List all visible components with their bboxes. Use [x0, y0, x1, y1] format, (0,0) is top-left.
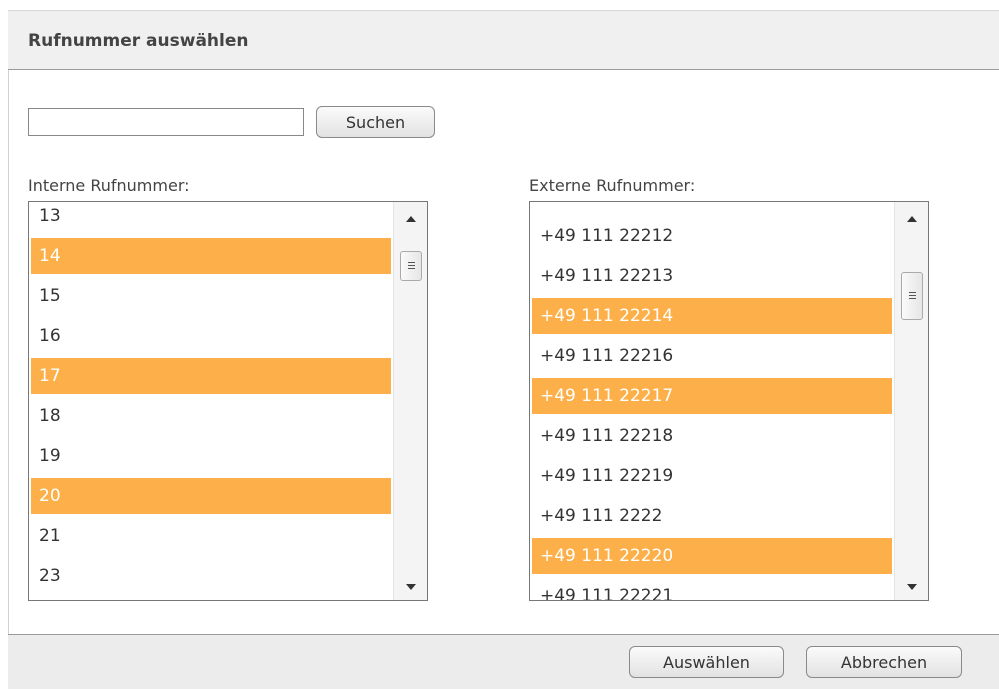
select-number-dialog: Rufnummer auswählen Suchen Interne Rufnu… — [0, 0, 999, 689]
list-item[interactable]: 16 — [31, 318, 391, 354]
list-item[interactable]: +49 111 22217 — [532, 378, 892, 414]
list-item[interactable]: +49 111 22221 — [532, 578, 892, 600]
internal-number-items: 13 14 15 16 17 18 19 20 21 23 — [31, 202, 391, 598]
scroll-thumb[interactable] — [901, 272, 923, 320]
internal-list-scrollbar[interactable] — [393, 202, 427, 600]
external-list-scrollbar[interactable] — [894, 202, 928, 600]
list-item[interactable]: +49 111 2222 — [532, 498, 892, 534]
cancel-button[interactable]: Abbrechen — [806, 646, 962, 678]
external-number-list[interactable]: +49 111 22211 +49 111 22212 +49 111 22213 +… — [529, 201, 929, 601]
list-item[interactable]: 19 — [31, 438, 391, 474]
list-item[interactable]: 23 — [31, 558, 391, 594]
list-item[interactable]: +49 111 22218 — [532, 418, 892, 454]
list-item[interactable]: +49 111 22211 — [532, 202, 892, 214]
scroll-down-arrow-icon[interactable] — [907, 584, 917, 590]
scroll-thumb[interactable] — [400, 251, 422, 281]
list-item[interactable]: 17 — [31, 358, 391, 394]
scroll-down-arrow-icon[interactable] — [406, 584, 416, 590]
scroll-up-arrow-icon[interactable] — [406, 216, 416, 222]
list-item[interactable]: +49 111 22214 — [532, 298, 892, 334]
list-item[interactable]: +49 111 22220 — [532, 538, 892, 574]
list-item[interactable]: +49 111 22212 — [532, 218, 892, 254]
external-number-items: +49 111 22211 +49 111 22212 +49 111 22213 +… — [532, 202, 892, 600]
search-button[interactable]: Suchen — [316, 106, 435, 138]
dialog-header: Rufnummer auswählen — [8, 10, 999, 70]
select-button[interactable]: Auswählen — [629, 646, 784, 678]
list-item[interactable]: 14 — [31, 238, 391, 274]
dialog-border — [8, 10, 9, 689]
list-item[interactable]: 18 — [31, 398, 391, 434]
external-number-label: Externe Rufnummer: — [529, 176, 696, 195]
scroll-up-arrow-icon[interactable] — [907, 216, 917, 222]
internal-number-label: Interne Rufnummer: — [28, 176, 190, 195]
list-item[interactable]: 15 — [31, 278, 391, 314]
list-item[interactable]: +49 111 22213 — [532, 258, 892, 294]
internal-number-list[interactable]: 13 14 15 16 17 18 19 20 21 23 — [28, 201, 428, 601]
dialog-title: Rufnummer auswählen — [28, 31, 249, 51]
list-item[interactable]: +49 111 22219 — [532, 458, 892, 494]
list-item[interactable]: +49 111 22216 — [532, 338, 892, 374]
list-item[interactable]: 21 — [31, 518, 391, 554]
list-item[interactable]: 20 — [31, 478, 391, 514]
search-input[interactable] — [28, 108, 304, 136]
list-item[interactable]: 13 — [31, 202, 391, 234]
